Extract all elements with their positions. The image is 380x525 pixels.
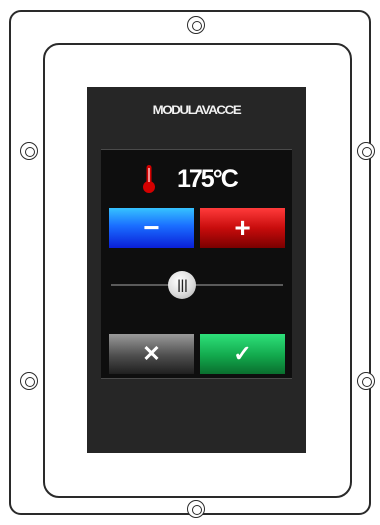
screw-right-upper	[357, 142, 375, 160]
slider-thumb[interactable]: |||	[168, 271, 196, 299]
grip-icon: |||	[176, 278, 188, 292]
minus-icon: −	[143, 212, 160, 243]
slider-track[interactable]	[111, 284, 283, 286]
screw-left-upper	[20, 142, 38, 160]
decrease-button[interactable]: −	[109, 208, 194, 248]
brand-logo: MODULAVACCE	[152, 103, 242, 117]
screw-right-lower	[357, 372, 375, 390]
check-icon: ✓	[233, 341, 252, 366]
plus-icon: +	[234, 212, 251, 243]
increase-button[interactable]: +	[200, 208, 285, 248]
close-icon: ✕	[142, 341, 161, 366]
screw-top	[187, 16, 205, 34]
thermometer-icon	[143, 165, 155, 193]
screw-left-lower	[20, 372, 38, 390]
confirm-button[interactable]: ✓	[200, 334, 285, 374]
temperature-display: 175°C	[101, 162, 292, 198]
cancel-button[interactable]: ✕	[109, 334, 194, 374]
touch-screen: 175°C − + ||| ✕ ✓	[101, 149, 292, 379]
screw-bottom	[187, 500, 205, 518]
temperature-value: 175°C	[177, 165, 239, 193]
